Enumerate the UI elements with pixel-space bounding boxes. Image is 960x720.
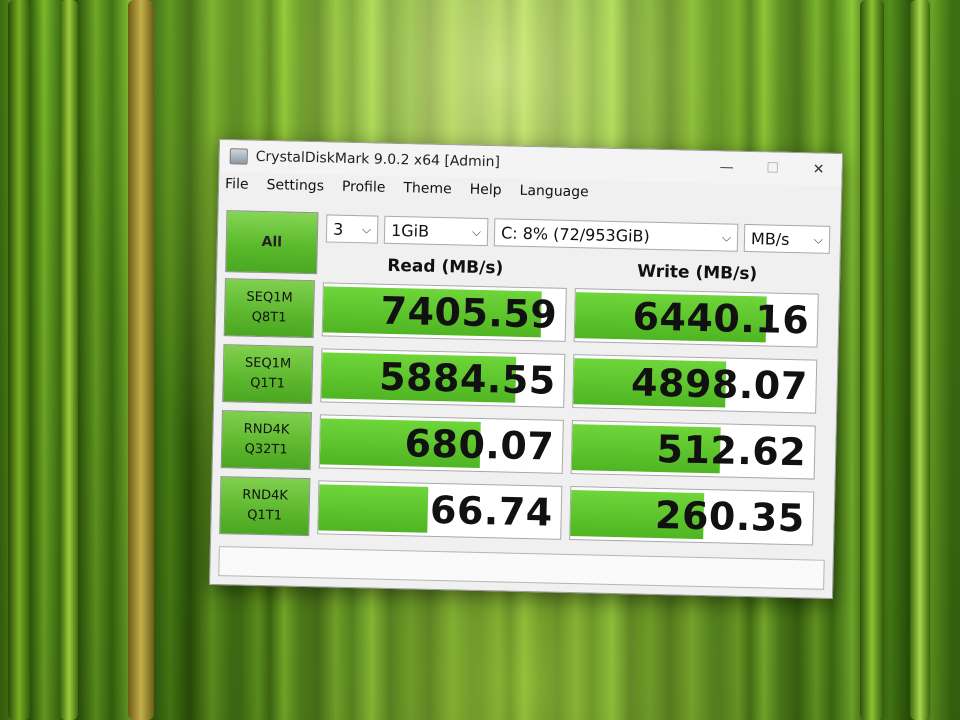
close-button[interactable]: ✕ — [795, 161, 841, 178]
drive-select[interactable]: C: 8% (72/953GiB) ⌵ — [493, 218, 739, 252]
test-size-value: 1GiB — [390, 220, 430, 241]
test-row-rnd4k-q32t1: RND4K Q32T1 680.07 512.62 — [220, 410, 826, 484]
test-button-rnd4k-q1t1[interactable]: RND4K Q1T1 — [219, 476, 311, 537]
unit-select[interactable]: MB/s ⌵ — [743, 223, 831, 254]
write-value: 4898.07 — [630, 360, 809, 409]
read-result: 7405.59 — [321, 282, 567, 342]
test-params: Q1T1 — [250, 375, 286, 392]
read-value: 7405.59 — [380, 288, 558, 337]
chevron-down-icon: ⌵ — [471, 224, 482, 239]
menu-file[interactable]: File — [225, 176, 249, 193]
write-result: 260.35 — [569, 486, 815, 546]
app-disk-icon — [229, 148, 248, 165]
test-name: SEQ1M — [246, 289, 293, 306]
test-button-seq1m-q1t1[interactable]: SEQ1M Q1T1 — [222, 344, 314, 405]
test-button-rnd4k-q32t1[interactable]: RND4K Q32T1 — [220, 410, 312, 471]
test-name: SEQ1M — [244, 355, 292, 372]
drive-value: C: 8% (72/953GiB) — [500, 222, 650, 246]
test-count-value: 3 — [332, 219, 344, 239]
write-result: 6440.16 — [573, 288, 819, 348]
read-result: 680.07 — [318, 414, 564, 474]
run-all-button[interactable]: All — [225, 210, 319, 275]
chevron-down-icon: ⌵ — [813, 232, 824, 247]
bamboo-stalk — [128, 0, 154, 720]
test-button-seq1m-q8t1[interactable]: SEQ1M Q8T1 — [223, 278, 315, 339]
test-params: Q8T1 — [251, 309, 287, 326]
read-header: Read (MB/s) — [387, 255, 504, 279]
test-count-select[interactable]: 3 ⌵ — [325, 214, 379, 244]
write-result: 4898.07 — [572, 354, 818, 414]
crystaldiskmark-window: CrystalDiskMark 9.0.2 x64 [Admin] — ☐ ✕ … — [209, 138, 843, 600]
bamboo-stalk — [60, 0, 78, 720]
test-params: Q32T1 — [244, 441, 288, 458]
unit-value: MB/s — [750, 228, 790, 249]
menu-help[interactable]: Help — [470, 182, 502, 199]
test-size-select[interactable]: 1GiB ⌵ — [383, 215, 489, 247]
chevron-down-icon: ⌵ — [361, 221, 372, 236]
bamboo-stalk — [860, 0, 884, 720]
maximize-button[interactable]: ☐ — [749, 160, 795, 177]
test-name: RND4K — [243, 421, 290, 438]
write-value: 260.35 — [654, 492, 806, 541]
test-params: Q1T1 — [247, 507, 283, 524]
chevron-down-icon: ⌵ — [721, 229, 732, 245]
menu-profile[interactable]: Profile — [342, 179, 386, 196]
window-title: CrystalDiskMark 9.0.2 x64 [Admin] — [255, 148, 501, 171]
read-value: 66.74 — [429, 487, 554, 535]
bamboo-stalk — [910, 0, 930, 720]
read-result: 66.74 — [317, 480, 563, 540]
read-value: 680.07 — [404, 421, 555, 469]
write-result: 512.62 — [570, 420, 816, 480]
status-bar — [218, 546, 825, 590]
menu-language[interactable]: Language — [519, 183, 588, 201]
read-value: 5884.55 — [378, 354, 557, 403]
test-name: RND4K — [242, 487, 289, 504]
read-result: 5884.55 — [320, 348, 566, 408]
test-row-seq1m-q8t1: SEQ1M Q8T1 7405.59 6440.16 — [223, 278, 829, 352]
write-header: Write (MB/s) — [637, 261, 758, 285]
read-bar — [318, 484, 429, 533]
menu-theme[interactable]: Theme — [403, 180, 452, 197]
test-row-seq1m-q1t1: SEQ1M Q1T1 5884.55 4898.07 — [222, 344, 827, 418]
menu-settings[interactable]: Settings — [266, 177, 324, 194]
minimize-button[interactable]: — — [703, 159, 749, 176]
test-row-rnd4k-q1t1: RND4K Q1T1 66.74 260.35 — [219, 476, 824, 550]
toolbar: All 3 ⌵ 1GiB ⌵ C: 8% (72/953GiB) ⌵ MB/s … — [225, 210, 833, 275]
write-value: 6440.16 — [632, 294, 810, 343]
write-value: 512.62 — [656, 426, 807, 475]
bamboo-stalk — [8, 0, 30, 720]
